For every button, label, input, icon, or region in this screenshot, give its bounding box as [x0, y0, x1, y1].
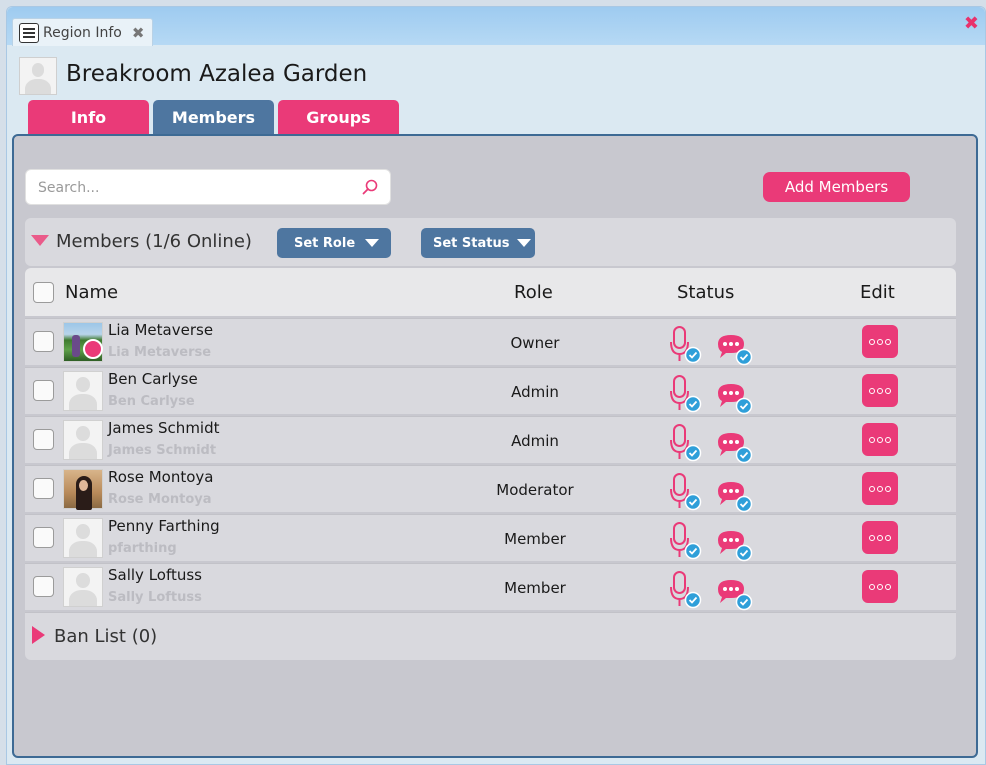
- avatar: [63, 518, 103, 558]
- members-section-header: Members (1/6 Online) Set Role Set Status: [25, 218, 956, 266]
- member-role: Admin: [511, 432, 559, 450]
- chat-permission-icon[interactable]: [714, 478, 754, 518]
- search-box: [25, 169, 391, 205]
- region-info-window: Region Info ✖ ✖ Breakroom Azalea Garden …: [6, 6, 986, 765]
- close-window-icon[interactable]: ✖: [964, 13, 979, 34]
- row-checkbox[interactable]: [33, 478, 54, 499]
- table-header: Name Role Status Edit: [25, 268, 956, 316]
- set-status-dropdown[interactable]: Set Status: [421, 228, 535, 258]
- members-section-title: Members (1/6 Online): [56, 231, 252, 252]
- online-status-icon: [83, 339, 103, 359]
- member-role: Moderator: [496, 481, 574, 499]
- member-username: Sally Loftuss: [108, 590, 202, 605]
- table-row: Penny Farthing pfarthing Member: [25, 514, 956, 562]
- tab-info[interactable]: Info: [28, 100, 149, 134]
- edit-member-button[interactable]: [862, 472, 898, 505]
- chat-permission-icon[interactable]: [714, 527, 754, 567]
- avatar: [63, 371, 103, 411]
- more-options-icon: [869, 485, 891, 492]
- members-panel: Add Members Members (1/6 Online) Set Rol…: [12, 134, 978, 758]
- search-input[interactable]: [36, 178, 346, 198]
- region-info-tab[interactable]: Region Info ✖: [12, 18, 153, 46]
- region-info-tab-label: Region Info: [43, 24, 122, 41]
- voice-permission-icon[interactable]: [669, 570, 703, 614]
- member-name: Lia Metaverse: [108, 321, 214, 339]
- row-checkbox[interactable]: [33, 331, 54, 352]
- ban-list-section[interactable]: Ban List (0): [25, 612, 956, 660]
- row-checkbox[interactable]: [33, 429, 54, 450]
- chat-permission-icon[interactable]: [714, 380, 754, 420]
- chevron-down-icon: [517, 239, 532, 247]
- more-options-icon: [869, 338, 891, 345]
- row-checkbox[interactable]: [33, 380, 54, 401]
- region-info-icon: [19, 22, 39, 43]
- chat-permission-icon[interactable]: [714, 576, 754, 616]
- avatar: [63, 567, 103, 607]
- member-username: James Schmidt: [108, 443, 217, 458]
- tab-groups[interactable]: Groups: [278, 100, 399, 134]
- member-username: Lia Metaverse: [108, 345, 212, 360]
- chevron-down-icon: [365, 239, 380, 247]
- member-name: Ben Carlyse: [108, 370, 198, 388]
- more-options-icon: [869, 387, 891, 394]
- ban-list-title: Ban List (0): [54, 626, 158, 647]
- column-header-name: Name: [65, 282, 119, 303]
- expand-triangle-icon[interactable]: [32, 626, 45, 644]
- set-role-dropdown[interactable]: Set Role: [277, 228, 391, 258]
- member-name: Penny Farthing: [108, 517, 220, 535]
- member-name: James Schmidt: [108, 419, 220, 437]
- search-icon[interactable]: [362, 179, 378, 195]
- edit-member-button[interactable]: [862, 423, 898, 456]
- add-members-button[interactable]: Add Members: [763, 172, 910, 202]
- table-row: James Schmidt James Schmidt Admin: [25, 416, 956, 464]
- member-role: Member: [504, 579, 566, 597]
- more-options-icon: [869, 583, 891, 590]
- column-header-status: Status: [677, 282, 735, 303]
- member-username: Rose Montoya: [108, 492, 212, 507]
- member-role: Owner: [510, 334, 560, 352]
- member-username: pfarthing: [108, 541, 177, 556]
- table-row: Lia Metaverse Lia Metaverse Owner: [25, 318, 956, 366]
- row-checkbox[interactable]: [33, 576, 54, 597]
- edit-member-button[interactable]: [862, 570, 898, 603]
- voice-permission-icon[interactable]: [669, 325, 703, 369]
- member-role: Member: [504, 530, 566, 548]
- voice-permission-icon[interactable]: [669, 423, 703, 467]
- member-role: Admin: [511, 383, 559, 401]
- set-role-label: Set Role: [294, 235, 356, 251]
- tab-close-icon[interactable]: ✖: [132, 24, 145, 42]
- edit-member-button[interactable]: [862, 521, 898, 554]
- edit-member-button[interactable]: [862, 374, 898, 407]
- region-avatar: [19, 57, 57, 95]
- avatar: [63, 469, 103, 510]
- member-name: Rose Montoya: [108, 468, 214, 486]
- member-username: Ben Carlyse: [108, 394, 195, 409]
- edit-member-button[interactable]: [862, 325, 898, 358]
- title-bar: Region Info ✖ ✖: [7, 7, 985, 46]
- chat-permission-icon[interactable]: [714, 331, 754, 371]
- page-title: Breakroom Azalea Garden: [66, 61, 368, 87]
- table-row: Ben Carlyse Ben Carlyse Admin: [25, 367, 956, 415]
- voice-permission-icon[interactable]: [669, 472, 703, 516]
- member-name: Sally Loftuss: [108, 566, 202, 584]
- collapse-triangle-icon[interactable]: [31, 235, 49, 246]
- row-checkbox[interactable]: [33, 527, 54, 548]
- column-header-edit: Edit: [860, 282, 895, 303]
- more-options-icon: [869, 436, 891, 443]
- voice-permission-icon[interactable]: [669, 374, 703, 418]
- table-row: Sally Loftuss Sally Loftuss Member: [25, 563, 956, 611]
- set-status-label: Set Status: [433, 235, 510, 251]
- avatar: [63, 420, 103, 460]
- chat-permission-icon[interactable]: [714, 429, 754, 469]
- voice-permission-icon[interactable]: [669, 521, 703, 565]
- table-row: Rose Montoya Rose Montoya Moderator: [25, 465, 956, 513]
- column-header-role: Role: [514, 282, 553, 303]
- more-options-icon: [869, 534, 891, 541]
- select-all-checkbox[interactable]: [33, 282, 54, 303]
- tab-members[interactable]: Members: [153, 100, 274, 134]
